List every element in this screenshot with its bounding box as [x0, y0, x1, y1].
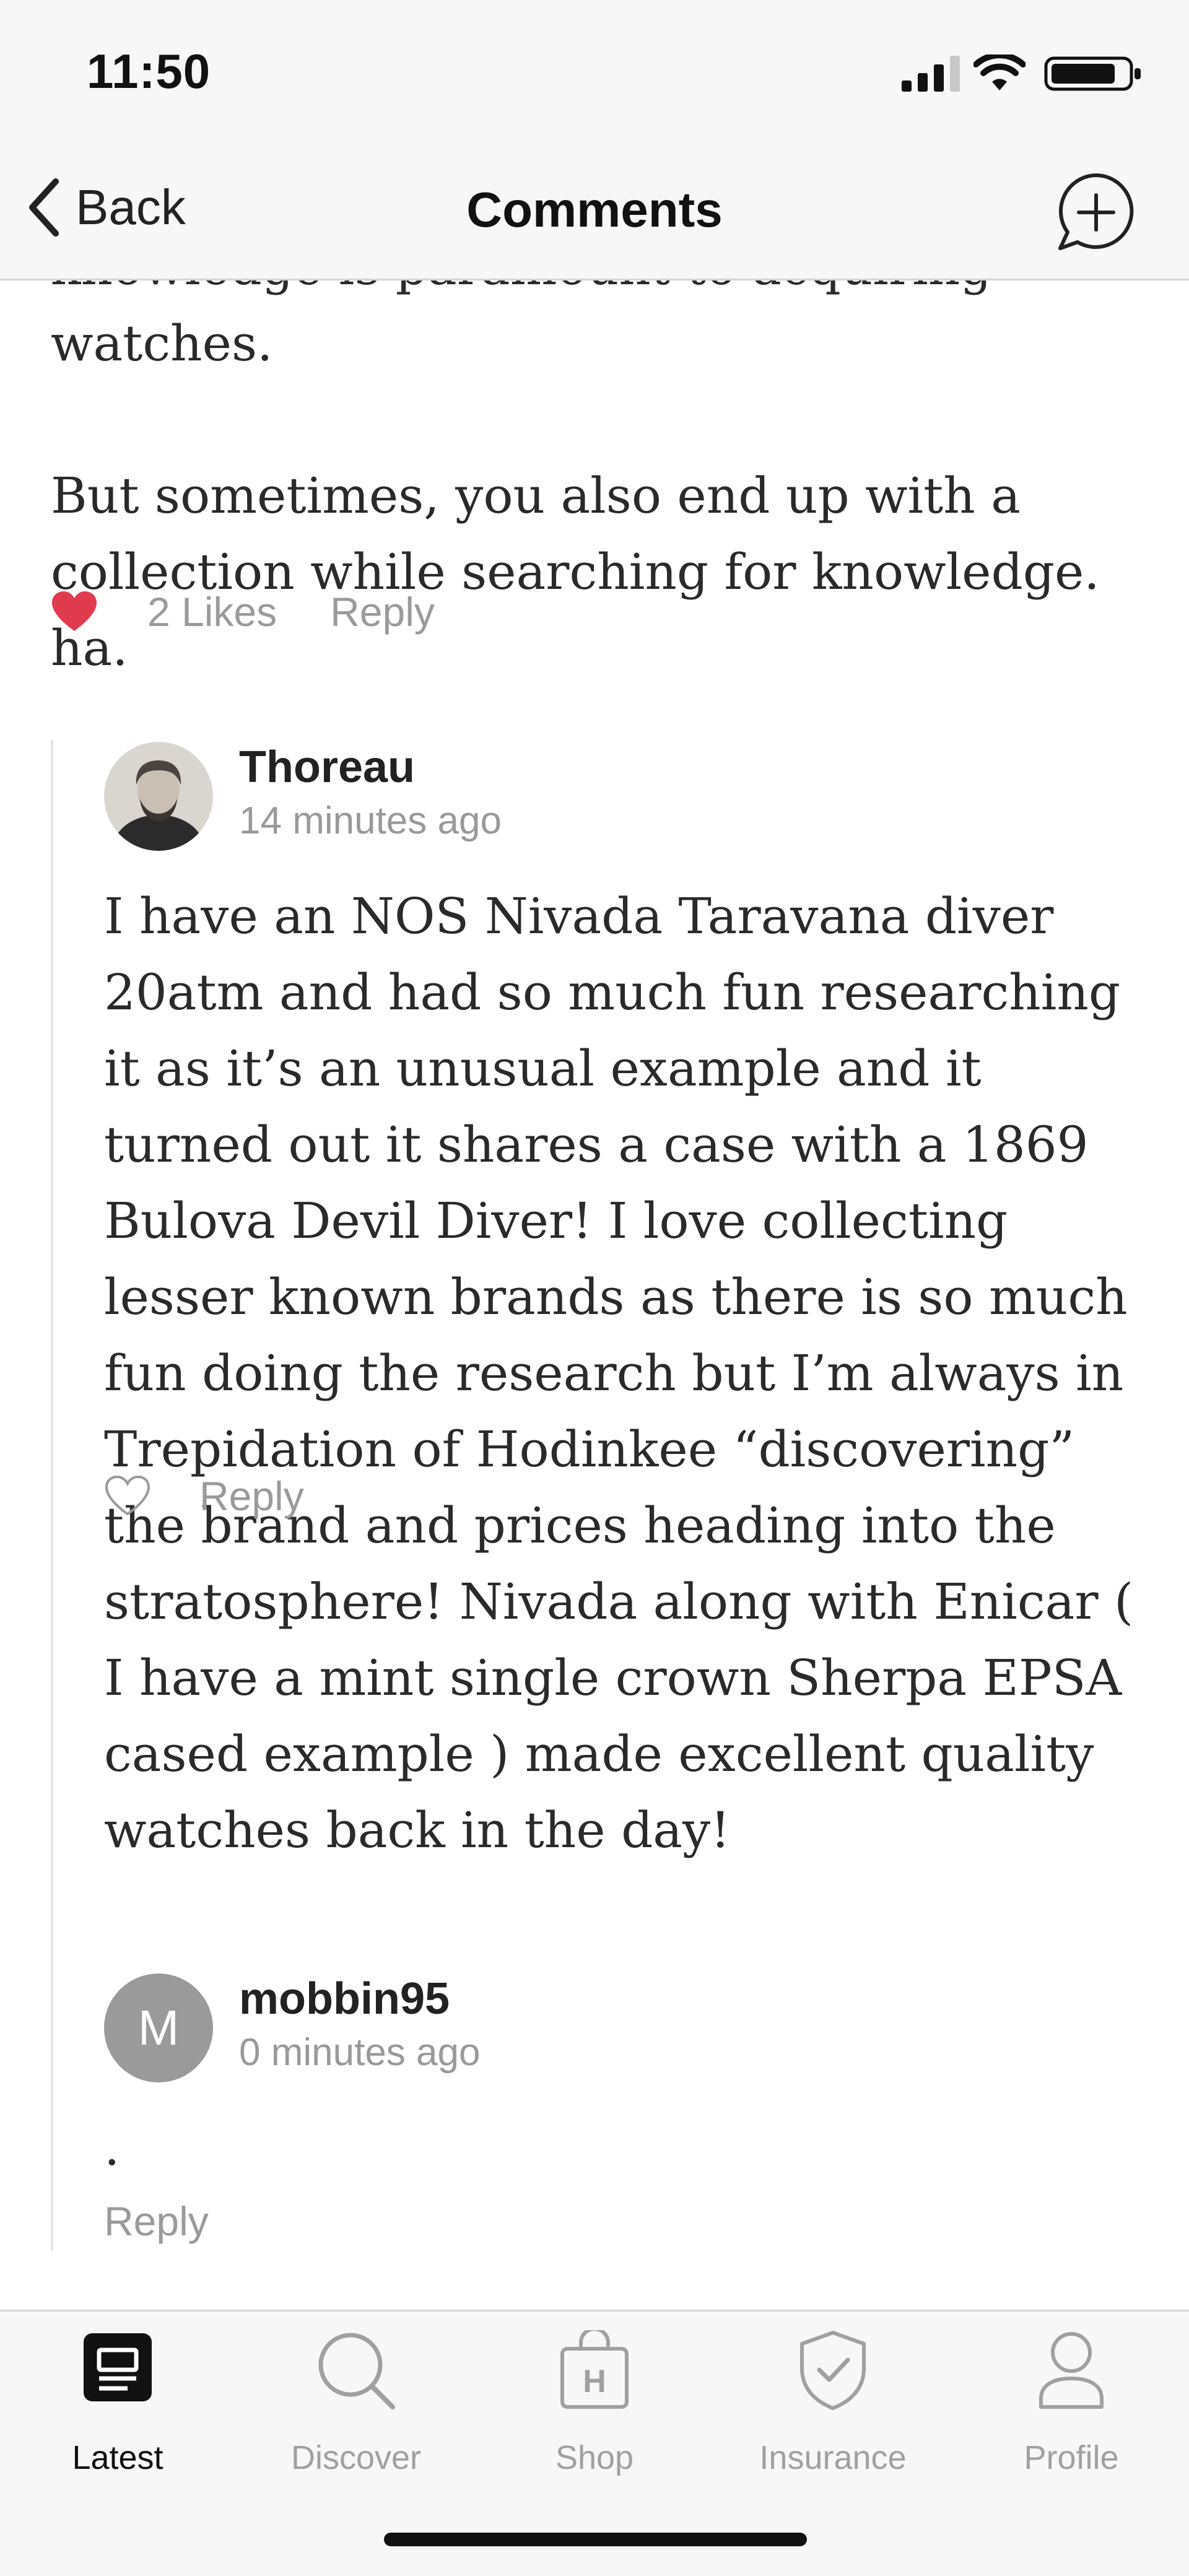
person-icon: [1039, 2332, 1104, 2409]
avatar[interactable]: [104, 742, 213, 851]
author-name[interactable]: Thoreau: [239, 742, 415, 793]
tab-discover[interactable]: Discover: [257, 2330, 455, 2491]
heart-filled-icon[interactable]: [51, 590, 98, 633]
tab-label: Profile: [1024, 2439, 1119, 2476]
tab-label: Insurance: [759, 2439, 907, 2476]
tab-bar: Latest Discover H Shop Insurance Profile: [0, 2310, 1189, 2576]
author-name[interactable]: mobbin95: [239, 1973, 450, 2024]
add-comment-button[interactable]: [1053, 169, 1139, 256]
newspaper-icon: [84, 2333, 152, 2401]
heart-outline-icon[interactable]: [104, 1474, 151, 1518]
comment-actions: Reply: [104, 2198, 209, 2245]
tab-label: Shop: [555, 2439, 634, 2476]
reply-comment: Thoreau 14 minutes ago I have an NOS Niv…: [104, 742, 1157, 1859]
comments-list[interactable]: knowledge is paramount to acquiring watc…: [0, 279, 1189, 2310]
svg-text:H: H: [583, 2364, 606, 2400]
avatar[interactable]: M: [104, 1973, 213, 2082]
tab-latest[interactable]: Latest: [19, 2330, 217, 2491]
likes-count[interactable]: 2 Likes: [147, 588, 277, 635]
comment-timestamp: 0 minutes ago: [239, 2031, 481, 2074]
tab-label: Latest: [72, 2439, 163, 2476]
cellular-signal-icon: [902, 56, 960, 92]
page-title: Comments: [466, 182, 723, 237]
comment-actions: Reply: [104, 1473, 304, 1520]
battery-icon: [1044, 56, 1141, 91]
status-bar: 11:50: [0, 0, 1189, 146]
navigation-bar: Back Comments: [0, 146, 1189, 281]
search-icon: [318, 2333, 395, 2409]
tab-label: Discover: [290, 2439, 422, 2476]
reply-button[interactable]: Reply: [330, 588, 435, 635]
shopping-bag-icon: H: [560, 2330, 629, 2409]
wifi-icon: [973, 54, 1026, 90]
top-comment-paragraph: knowledge is paramount to acquiring watc…: [51, 279, 991, 372]
tab-profile[interactable]: Profile: [972, 2330, 1170, 2491]
shield-check-icon: [800, 2331, 866, 2410]
top-comment-paragraph: But sometimes, you also end up with a co…: [51, 467, 1100, 677]
reply-button[interactable]: Reply: [199, 1473, 304, 1520]
top-comment-actions: 2 Likes Reply: [51, 588, 435, 635]
add-comment-bubble-icon: [1058, 173, 1134, 250]
reply-thread-line: [51, 740, 53, 2251]
comment-timestamp: 14 minutes ago: [239, 799, 502, 842]
comments-screen: 11:50 Back Comments watches. But sometim…: [0, 0, 1189, 2576]
tab-shop[interactable]: H Shop: [495, 2330, 694, 2491]
portrait-avatar-icon: [104, 742, 213, 851]
home-indicator[interactable]: [384, 2533, 807, 2546]
status-time: 11:50: [87, 44, 211, 98]
reply-button[interactable]: Reply: [104, 2198, 209, 2245]
comment-body: I have an NOS Nivada Taravana diver 20at…: [104, 887, 1134, 1859]
reply-comment: M mobbin95 0 minutes ago . Reply: [104, 1973, 1157, 2283]
tab-insurance[interactable]: Insurance: [734, 2330, 932, 2491]
comment-body: .: [104, 2119, 120, 2177]
